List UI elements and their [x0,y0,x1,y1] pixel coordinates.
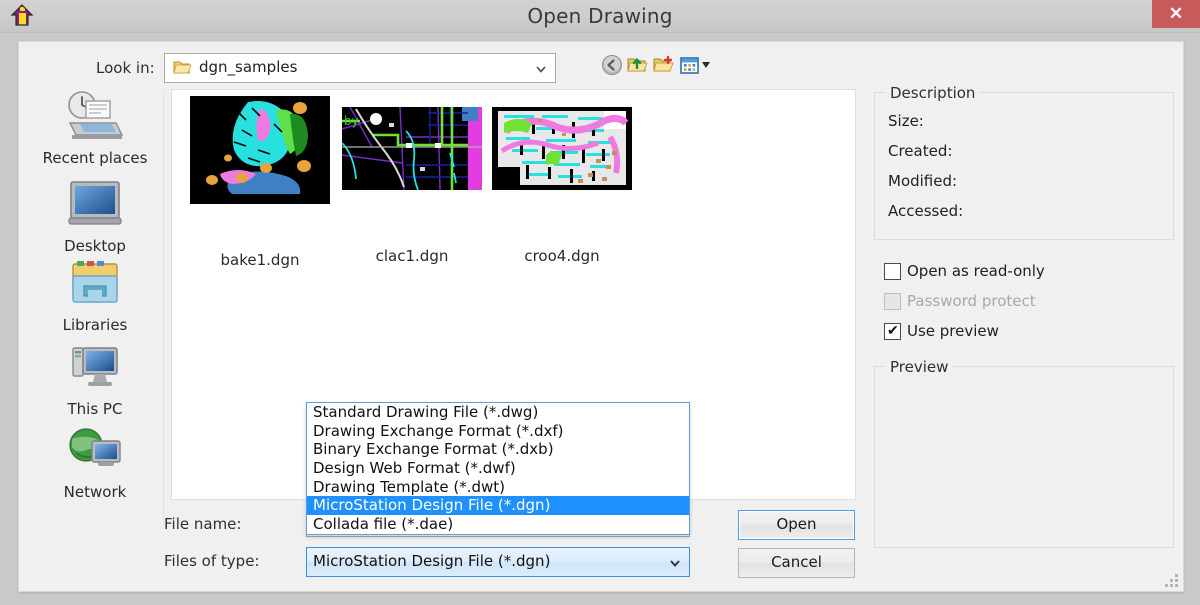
sidebar-item-label: Desktop [27,237,163,255]
dropdown-option[interactable]: Drawing Exchange Format (*.dxf) [307,422,689,441]
places-sidebar: Recent places Desktop [27,89,163,521]
sidebar-item-label: Network [27,483,163,501]
clac1-thumbnail: by [342,107,482,190]
open-button[interactable]: Open [738,510,855,540]
dropdown-option[interactable]: Design Web Format (*.dwf) [307,459,689,478]
size-label: Size: [888,112,924,130]
description-title: Description [885,84,980,102]
close-button[interactable]: ✕ [1152,0,1200,28]
preview-group: Preview [874,366,1174,548]
resize-grip[interactable] [1165,574,1178,587]
sidebar-item-recent-places[interactable]: Recent places [27,89,163,167]
divider [163,89,164,521]
look-in-combobox[interactable]: dgn_samples [164,53,556,83]
file-name-label: File name: [164,515,241,533]
accessed-label: Accessed: [888,202,963,220]
list-item[interactable]: by clac1.dgn [337,96,487,265]
created-label: Created: [888,142,952,160]
dropdown-option[interactable]: Drawing Template (*.dwt) [307,478,689,497]
files-of-type-combobox[interactable]: MicroStation Design File (*.dgn) [306,547,690,577]
open-as-read-only-label: Open as read-only [907,262,1045,280]
svg-text:by: by [344,114,359,128]
bake1-thumbnail [190,96,330,204]
modified-label: Modified: [888,172,957,190]
cancel-button[interactable]: Cancel [738,548,855,578]
dropdown-option[interactable]: Standard Drawing File (*.dwg) [307,403,689,422]
views-button[interactable] [679,54,713,80]
file-name-label: clac1.dgn [337,247,487,265]
description-group: Description Size: Created: Modified: Acc… [874,92,1174,240]
list-item[interactable]: croo4.dgn [487,96,637,265]
use-preview-label: Use preview [907,322,999,340]
checkbox[interactable] [884,263,901,280]
new-folder-button[interactable] [652,54,678,80]
chevron-down-icon [535,62,547,74]
croo4-thumbnail [492,107,632,190]
check-icon: ✔ [887,322,899,338]
sidebar-item-network[interactable]: Network [27,423,163,501]
checkbox [884,293,901,310]
sidebar-item-label: This PC [27,400,163,418]
file-name-label: bake1.dgn [185,251,335,269]
sidebar-item-this-pc[interactable]: This PC [27,340,163,418]
dropdown-option[interactable]: MicroStation Design File (*.dgn) [307,496,689,515]
files-of-type-value: MicroStation Design File (*.dgn) [313,548,661,574]
page-title: Open Drawing [0,0,1200,32]
title-bar: Open Drawing ✕ [0,0,1200,33]
dropdown-option[interactable]: Binary Exchange Format (*.dxb) [307,440,689,459]
sidebar-item-libraries[interactable]: Libraries [27,256,163,334]
desktop-icon [27,177,163,235]
checkbox[interactable]: ✔ [884,323,901,340]
file-name-label: croo4.dgn [487,247,637,265]
recent-places-icon [27,89,163,147]
dropdown-option[interactable]: Collada file (*.dae) [307,515,689,534]
look-in-value: dgn_samples [199,54,525,80]
open-drawing-window: Open Drawing ✕ Look in: dgn_samples [0,0,1200,605]
app-house-icon [9,3,35,29]
sidebar-item-label: Libraries [27,316,163,334]
password-protect-label: Password protect [907,292,1036,310]
back-button[interactable] [601,54,627,80]
look-in-label: Look in: [96,59,155,77]
files-of-type-dropdown-list[interactable]: Standard Drawing File (*.dwg)Drawing Exc… [306,402,690,535]
files-of-type-label: Files of type: [164,552,259,570]
preview-title: Preview [885,358,953,376]
sidebar-item-desktop[interactable]: Desktop [27,177,163,255]
folder-icon [173,59,192,76]
sidebar-item-label: Recent places [27,149,163,167]
list-item[interactable]: bake1.dgn [185,96,335,269]
up-folder-button[interactable] [626,54,652,80]
libraries-icon [27,256,163,314]
network-icon [27,423,163,481]
chevron-down-icon [669,556,681,568]
dialog-body: Look in: dgn_samples [18,41,1184,592]
this-pc-icon [27,340,163,398]
